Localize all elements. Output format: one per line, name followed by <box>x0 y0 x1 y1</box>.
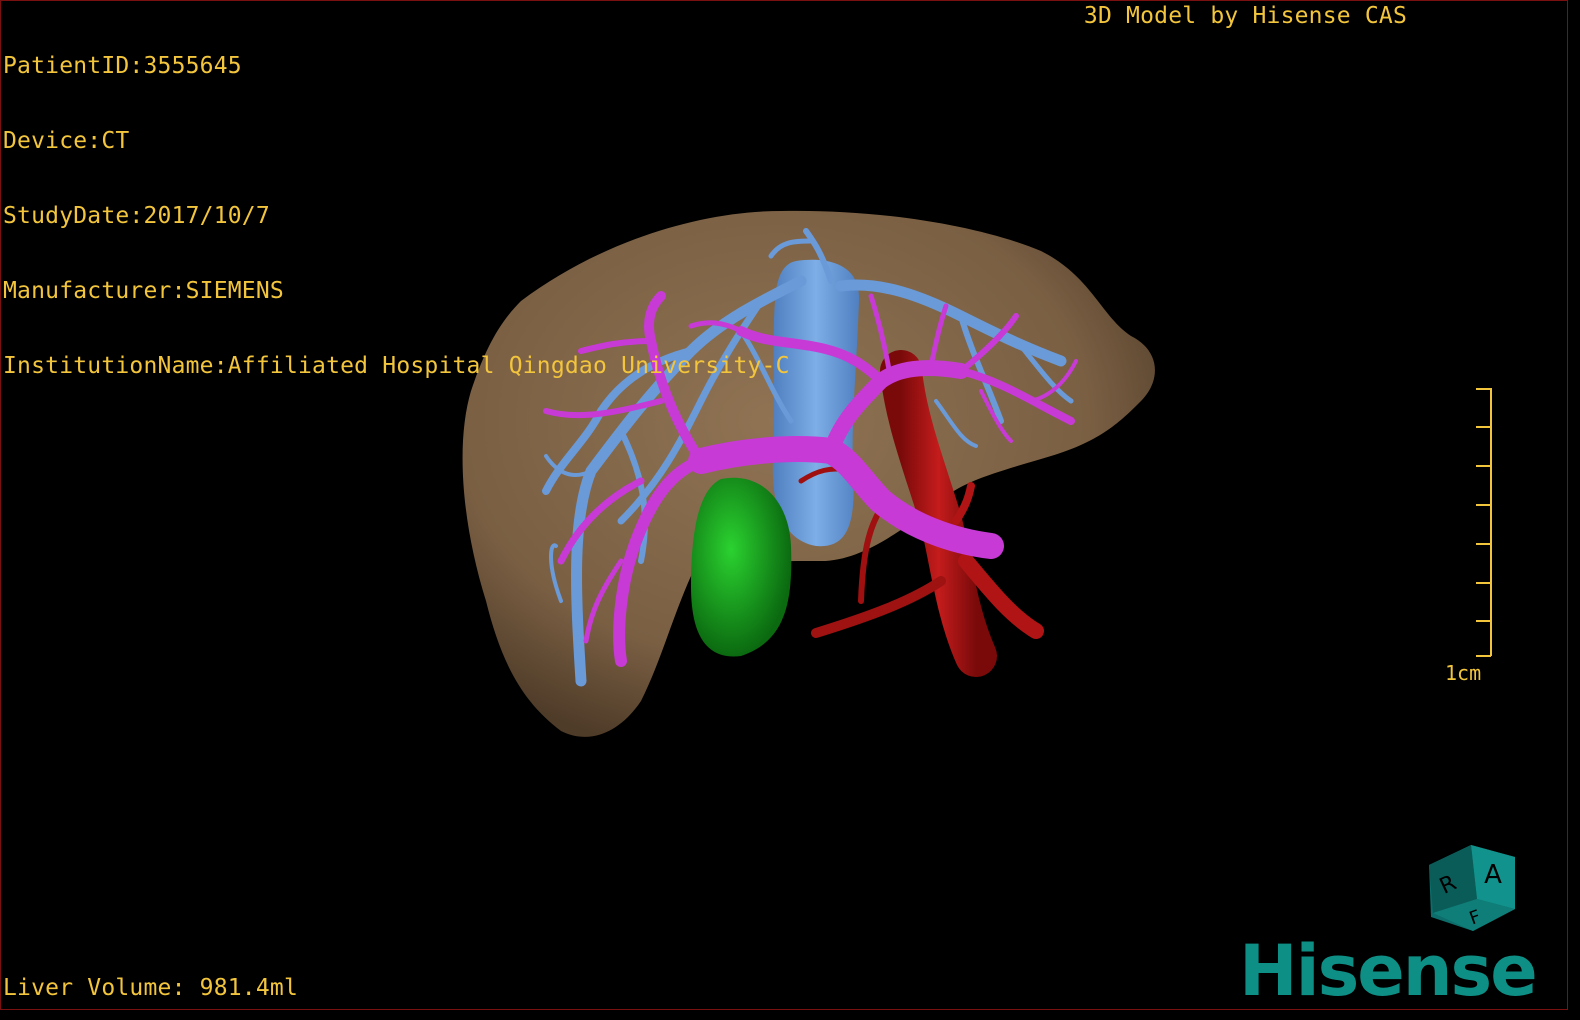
cube-face-top-label: A <box>1484 860 1502 890</box>
scale-bar <box>1476 388 1492 657</box>
orientation-cube[interactable]: A R F <box>1419 837 1523 937</box>
manufacturer-text: Manufacturer:SIEMENS <box>3 278 284 304</box>
liver-volume-text: Liver Volume: 981.4ml <box>3 975 298 1001</box>
patient-id-text: PatientID:3555645 <box>3 53 242 79</box>
scale-label: 1cm <box>1445 661 1482 685</box>
model-caption: 3D Model by Hisense CAS <box>1083 3 1407 29</box>
device-text: Device:CT <box>3 128 130 154</box>
institution-text: InstitutionName:Affiliated Hospital Qing… <box>3 353 790 379</box>
gallbladder <box>691 477 792 657</box>
3d-viewport[interactable]: PatientID:3555645 Device:CT StudyDate:20… <box>0 0 1568 1010</box>
hisense-logo: Hisense <box>1239 930 1538 1010</box>
study-date-text: StudyDate:2017/10/7 <box>3 203 270 229</box>
study-info: PatientID:3555645 Device:CT StudyDate:20… <box>3 4 790 429</box>
